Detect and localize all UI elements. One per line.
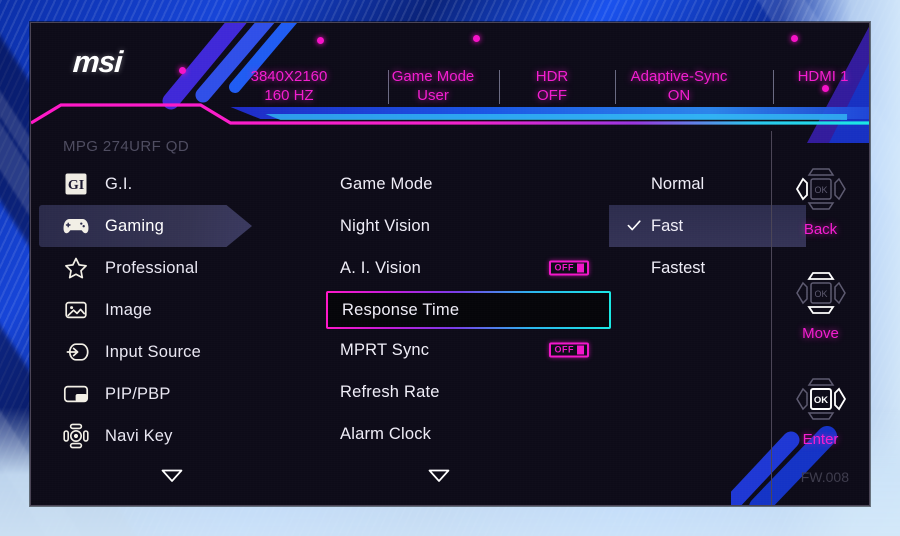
settings-menu: Game Mode Night Vision A. I. Vision OFF … <box>326 163 611 455</box>
decor-dot <box>317 37 324 44</box>
svg-text:OK: OK <box>814 289 827 299</box>
hint-move[interactable]: OK Move <box>772 263 869 342</box>
navikey-icon <box>61 422 91 450</box>
toggle-knob <box>577 345 584 355</box>
menu-item-label: MPRT Sync <box>340 340 430 359</box>
option-label: Normal <box>651 174 705 193</box>
navigation-hints: OK Back OK Move OK Enter <box>771 131 869 505</box>
sidebar-item-label: Image <box>105 300 152 319</box>
sidebar-item-input-source[interactable]: Input Source <box>31 331 301 373</box>
decor-dot <box>822 85 829 92</box>
msi-logo: msi <box>71 46 123 79</box>
sidebar-item-label: Input Source <box>105 342 201 361</box>
decor-dot <box>179 67 186 74</box>
sidebar-item-label: G.I. <box>105 174 133 193</box>
menu-item-label: Night Vision <box>340 216 431 235</box>
hint-label: Back <box>803 221 838 238</box>
status-resolution: 3840X2160 160 HZ <box>250 68 328 104</box>
menu-item-label: Response Time <box>342 300 460 319</box>
sidebar-item-gi[interactable]: GI G.I. <box>31 163 301 205</box>
check-icon <box>627 220 641 231</box>
status-badge[interactable]: OFF <box>548 260 589 276</box>
star-icon <box>61 254 91 282</box>
status-input: HDMI 1 <box>797 68 849 85</box>
sidebar-item-image[interactable]: Image <box>31 289 301 331</box>
sidebar-item-label: Navi Key <box>105 426 173 445</box>
sidebar-item-navi-key[interactable]: Navi Key <box>31 415 301 457</box>
status-adaptive-sync: Adaptive-Sync ON <box>630 68 728 104</box>
menu-item-response-time[interactable]: Response Time <box>326 291 611 329</box>
osd-panel: msi 3840X2160 160 HZ Game Mode User HDR … <box>30 22 870 506</box>
header-divider-ribbon <box>31 103 869 125</box>
option-label: Fastest <box>651 258 706 277</box>
hint-label: Enter <box>802 431 839 448</box>
gamepad-icon <box>61 212 91 240</box>
picture-icon <box>61 296 91 324</box>
decor-dot <box>473 35 480 42</box>
menu-item-label: Game Mode <box>340 174 433 193</box>
pip-icon <box>61 380 91 408</box>
svg-text:OK: OK <box>813 395 827 406</box>
status-badge[interactable]: OFF <box>548 342 589 358</box>
model-name: MPG 274URF QD <box>63 138 190 155</box>
menu-item-label: A. I. Vision <box>340 258 421 277</box>
menu-item-mprt-sync[interactable]: MPRT Sync OFF <box>326 329 611 371</box>
decor-dot <box>791 35 798 42</box>
toggle-knob <box>577 263 584 273</box>
dpad-ok-icon: OK <box>772 369 869 429</box>
scroll-down-sidebar[interactable] <box>161 469 183 482</box>
sidebar-item-label: Professional <box>105 258 199 277</box>
svg-text:GI: GI <box>68 178 84 193</box>
sidebar-item-label: PIP/PBP <box>105 384 171 403</box>
option-label: Fast <box>651 216 684 235</box>
scroll-down-menu[interactable] <box>428 469 450 482</box>
menu-item-night-vision[interactable]: Night Vision <box>326 205 611 247</box>
menu-item-label: Refresh Rate <box>340 382 440 401</box>
firmware-version: FW.008 <box>800 469 849 485</box>
dpad-left-icon: OK <box>772 159 869 219</box>
status-badge-label: OFF <box>554 344 574 355</box>
gi-icon: GI <box>61 170 91 198</box>
hint-label: Move <box>802 325 839 342</box>
menu-item-ai-vision[interactable]: A. I. Vision OFF <box>326 247 611 289</box>
hint-back[interactable]: OK Back <box>772 159 869 238</box>
input-arrow-icon <box>61 338 91 366</box>
hint-enter[interactable]: OK Enter <box>772 369 869 448</box>
sidebar-item-professional[interactable]: Professional <box>31 247 301 289</box>
status-badge-label: OFF <box>554 262 574 273</box>
sidebar-item-pip-pbp[interactable]: PIP/PBP <box>31 373 301 415</box>
menu-item-alarm-clock[interactable]: Alarm Clock <box>326 413 611 455</box>
sidebar-menu: GI G.I. Gaming Professional Image Input … <box>31 163 301 457</box>
svg-text:OK: OK <box>814 185 827 195</box>
dpad-updown-icon: OK <box>772 263 869 323</box>
menu-item-label: Alarm Clock <box>340 424 432 443</box>
sidebar-item-label: Gaming <box>105 216 164 235</box>
sidebar-item-gaming[interactable]: Gaming <box>31 205 301 247</box>
osd-header: msi 3840X2160 160 HZ Game Mode User HDR … <box>31 23 869 104</box>
menu-item-game-mode[interactable]: Game Mode <box>326 163 611 205</box>
status-game-mode: Game Mode User <box>391 68 475 104</box>
menu-item-refresh-rate[interactable]: Refresh Rate <box>326 371 611 413</box>
